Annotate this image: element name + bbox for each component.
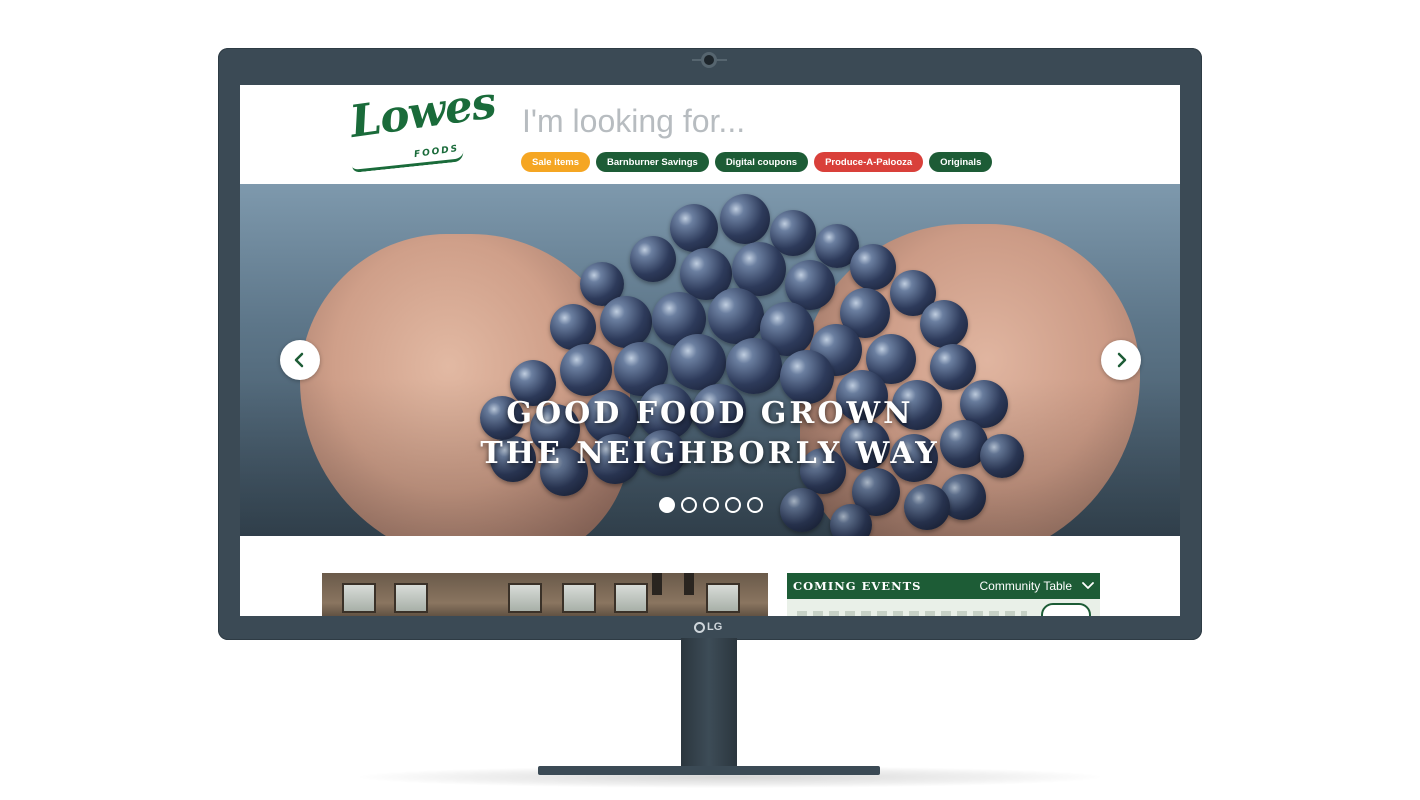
site-logo[interactable]: Lowes FOODS bbox=[347, 85, 499, 173]
carousel-dot[interactable] bbox=[659, 497, 675, 513]
store-image-window bbox=[614, 583, 648, 613]
hero-shade bbox=[240, 184, 1180, 536]
webcam-icon bbox=[701, 52, 717, 68]
lg-logo-icon bbox=[694, 621, 705, 633]
store-image-lamp bbox=[684, 573, 694, 595]
logo-swash bbox=[351, 151, 465, 173]
hero-headline-line1: GOOD FOOD GROWN bbox=[506, 396, 914, 431]
coming-events-header: COMING EVENTS Community Table bbox=[787, 573, 1100, 599]
hero-headline-line2: THE NEIGHBORLY WAY bbox=[480, 436, 940, 471]
monitor-brand: LG bbox=[694, 620, 722, 634]
coming-events-title: COMING EVENTS bbox=[793, 579, 922, 593]
pill-originals[interactable]: Originals bbox=[929, 152, 993, 172]
store-image-window bbox=[508, 583, 542, 613]
event-action-button[interactable] bbox=[1041, 603, 1091, 616]
quick-links: Sale items Barnburner Savings Digital co… bbox=[521, 152, 993, 172]
events-filter-label: Community Table bbox=[979, 579, 1072, 593]
events-filter-dropdown[interactable]: Community Table bbox=[980, 579, 1094, 593]
carousel-dots bbox=[659, 497, 763, 513]
pill-digital-coupons[interactable]: Digital coupons bbox=[714, 152, 809, 172]
carousel-next-button[interactable] bbox=[1101, 340, 1141, 380]
website-screen: Lowes FOODS Sale items Barnburner Saving… bbox=[240, 85, 1180, 616]
carousel-dot[interactable] bbox=[747, 497, 763, 513]
store-image-lamp bbox=[652, 573, 662, 595]
monitor-brand-label: LG bbox=[707, 621, 723, 633]
carousel-dot[interactable] bbox=[681, 497, 697, 513]
chevron-left-icon bbox=[294, 352, 304, 368]
carousel-dot[interactable] bbox=[703, 497, 719, 513]
pill-barnburner-savings[interactable]: Barnburner Savings bbox=[596, 152, 709, 172]
logo-wordmark: Lowes bbox=[346, 85, 499, 148]
search-input[interactable] bbox=[522, 99, 1042, 143]
pill-sale-items[interactable]: Sale items bbox=[521, 152, 590, 172]
event-row bbox=[797, 611, 1027, 616]
coming-events-list bbox=[787, 599, 1100, 616]
chevron-right-icon bbox=[1117, 352, 1127, 368]
store-image-window bbox=[706, 583, 740, 613]
monitor-stand-neck bbox=[681, 638, 737, 770]
store-interior-image[interactable] bbox=[322, 573, 768, 616]
store-image-window bbox=[562, 583, 596, 613]
carousel-prev-button[interactable] bbox=[280, 340, 320, 380]
store-image-window bbox=[342, 583, 376, 613]
pill-produce-a-palooza[interactable]: Produce-A-Palooza bbox=[814, 152, 924, 172]
chevron-down-icon bbox=[1082, 582, 1094, 589]
store-image-window bbox=[394, 583, 428, 613]
carousel-dot[interactable] bbox=[725, 497, 741, 513]
hero-carousel: GOOD FOOD GROWN THE NEIGHBORLY WAY bbox=[240, 184, 1180, 536]
monitor-stand-base bbox=[538, 766, 880, 775]
